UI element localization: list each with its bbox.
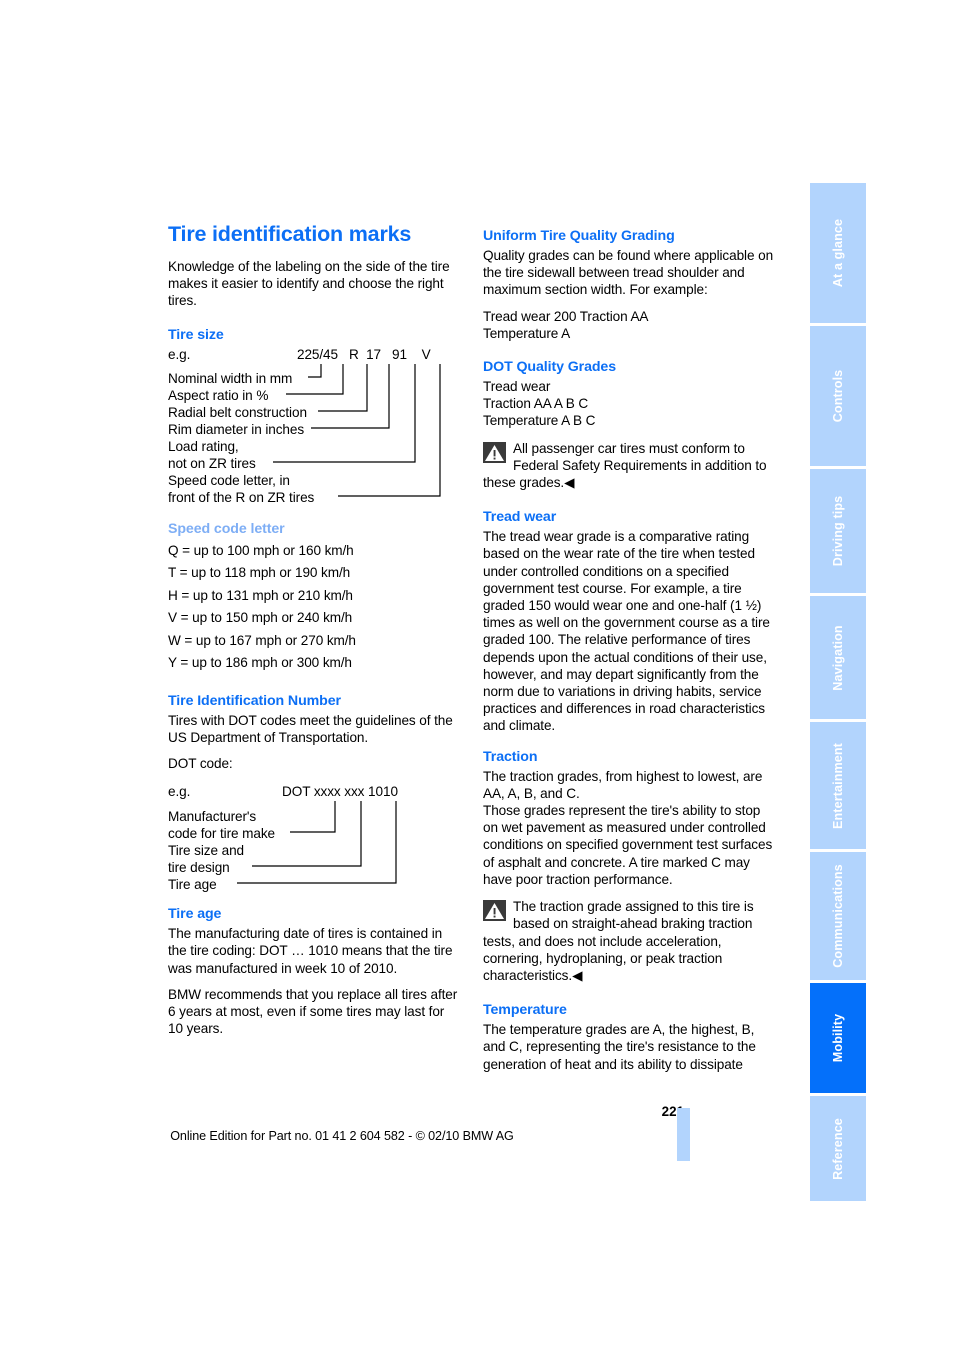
sidebar-tab-entertainment[interactable]: Entertainment xyxy=(810,722,866,849)
section-tabs: At a glance Controls Driving tips Naviga… xyxy=(810,183,866,1204)
note-federal-safety-requirements: All passenger car tires must conform to … xyxy=(483,440,776,492)
utqg-example-line-1: Tread wear 200 Traction AA xyxy=(483,308,649,324)
right-column: Uniform Tire Quality Grading Quality gra… xyxy=(483,222,776,1082)
utqg-body: Quality grades can be found where applic… xyxy=(483,248,774,298)
speed-code-entry: W = up to 167 mph or 270 km/h xyxy=(168,632,356,648)
traction-body-2: Those grades represent the tire's abilit… xyxy=(483,803,773,887)
heading-tire-size: Tire size xyxy=(168,326,224,343)
sidebar-tab-label: Controls xyxy=(831,369,845,423)
heading-tire-identification-number: Tire Identification Number xyxy=(168,692,341,709)
note-traction-grade: The traction grade assigned to this tire… xyxy=(483,898,776,984)
sidebar-tab-label: Navigation xyxy=(831,624,845,691)
tire-age-paragraph-1: The manufacturing date of tires is conta… xyxy=(168,926,453,976)
sidebar-tab-mobility[interactable]: Mobility xyxy=(810,983,866,1093)
sidebar-tab-label: Communications xyxy=(831,864,845,968)
edition-notice: Online Edition for Part no. 01 41 2 604 … xyxy=(170,1129,514,1143)
utqg-example-line-2: Temperature A xyxy=(483,325,571,341)
heading-dot-quality-grades: DOT Quality Grades xyxy=(483,359,617,376)
sidebar-tab-label: Reference xyxy=(831,1117,845,1180)
sidebar-tab-at-a-glance[interactable]: At a glance xyxy=(810,183,866,323)
temperature-body: The temperature grades are A, the highes… xyxy=(483,1022,756,1072)
speed-code-entry: H = up to 131 mph or 210 km/h xyxy=(168,587,353,603)
heading-traction: Traction xyxy=(483,748,538,765)
sidebar-tab-reference[interactable]: Reference xyxy=(810,1096,866,1201)
tread-wear-body: The tread wear grade is a comparative ra… xyxy=(483,529,770,734)
page-edge-marker xyxy=(677,1108,690,1161)
heading-tread-wear: Tread wear xyxy=(483,509,557,526)
left-column: Tire identification marks Knowledge of t… xyxy=(168,222,461,1046)
speed-code-entry: V = up to 150 mph or 240 km/h xyxy=(168,610,353,626)
manual-page: Tire identification marks Knowledge of t… xyxy=(0,0,954,1350)
tire-age-paragraph-2: BMW recommends that you replace all tire… xyxy=(168,986,458,1037)
warning-icon xyxy=(483,441,506,463)
speed-code-list: Q = up to 100 mph or 160 km/h T = up to … xyxy=(168,540,461,675)
note-end-mark: ◀ xyxy=(572,967,583,983)
page-number: 221 xyxy=(661,1104,684,1119)
dot-code-diagram: e.g. DOT xxxx xxx 1010 Manufacturer's co… xyxy=(168,784,461,896)
dot-grades-line-3: Temperature A B C xyxy=(483,413,596,429)
speed-code-entry: Q = up to 100 mph or 160 km/h xyxy=(168,542,354,558)
heading-temperature: Temperature xyxy=(483,1002,567,1019)
sidebar-tab-label: At a glance xyxy=(831,218,845,288)
note-end-mark: ◀ xyxy=(564,475,575,491)
sidebar-tab-controls[interactable]: Controls xyxy=(810,326,866,466)
speed-code-entry: T = up to 118 mph or 190 km/h xyxy=(168,565,351,581)
note-text: The traction grade assigned to this tire… xyxy=(483,899,754,983)
tire-size-leader-lines xyxy=(273,363,441,497)
page-title: Tire identification marks xyxy=(168,222,412,246)
traction-body-1: The traction grades, from highest to low… xyxy=(483,768,763,801)
speed-code-entry: Y = up to 186 mph or 300 km/h xyxy=(168,655,352,671)
sidebar-tab-navigation[interactable]: Navigation xyxy=(810,596,866,719)
dot-grades-line-1: Tread wear xyxy=(483,379,551,395)
heading-tire-age: Tire age xyxy=(168,906,222,923)
dot-code-leader-lines xyxy=(237,801,397,884)
tire-size-diagram: e.g. 225/45 R 17 91 V Nominal width in m… xyxy=(168,347,461,505)
tin-body: Tires with DOT codes meet the guidelines… xyxy=(168,712,453,745)
dot-grades-line-2: Traction AA A B C xyxy=(483,396,589,412)
dot-code-label: DOT code: xyxy=(168,756,233,772)
sidebar-tab-driving-tips[interactable]: Driving tips xyxy=(810,469,866,593)
heading-speed-code-letter: Speed code letter xyxy=(168,520,285,537)
sidebar-tab-label: Entertainment xyxy=(831,742,845,829)
note-text: All passenger car tires must conform to … xyxy=(483,440,767,491)
sidebar-tab-communications[interactable]: Communications xyxy=(810,852,866,980)
intro-paragraph: Knowledge of the labeling on the side of… xyxy=(168,259,450,309)
sidebar-tab-label: Driving tips xyxy=(831,495,845,567)
sidebar-tab-label: Mobility xyxy=(831,1013,845,1063)
warning-icon xyxy=(483,900,506,922)
heading-uniform-tire-quality-grading: Uniform Tire Quality Grading xyxy=(483,228,675,244)
